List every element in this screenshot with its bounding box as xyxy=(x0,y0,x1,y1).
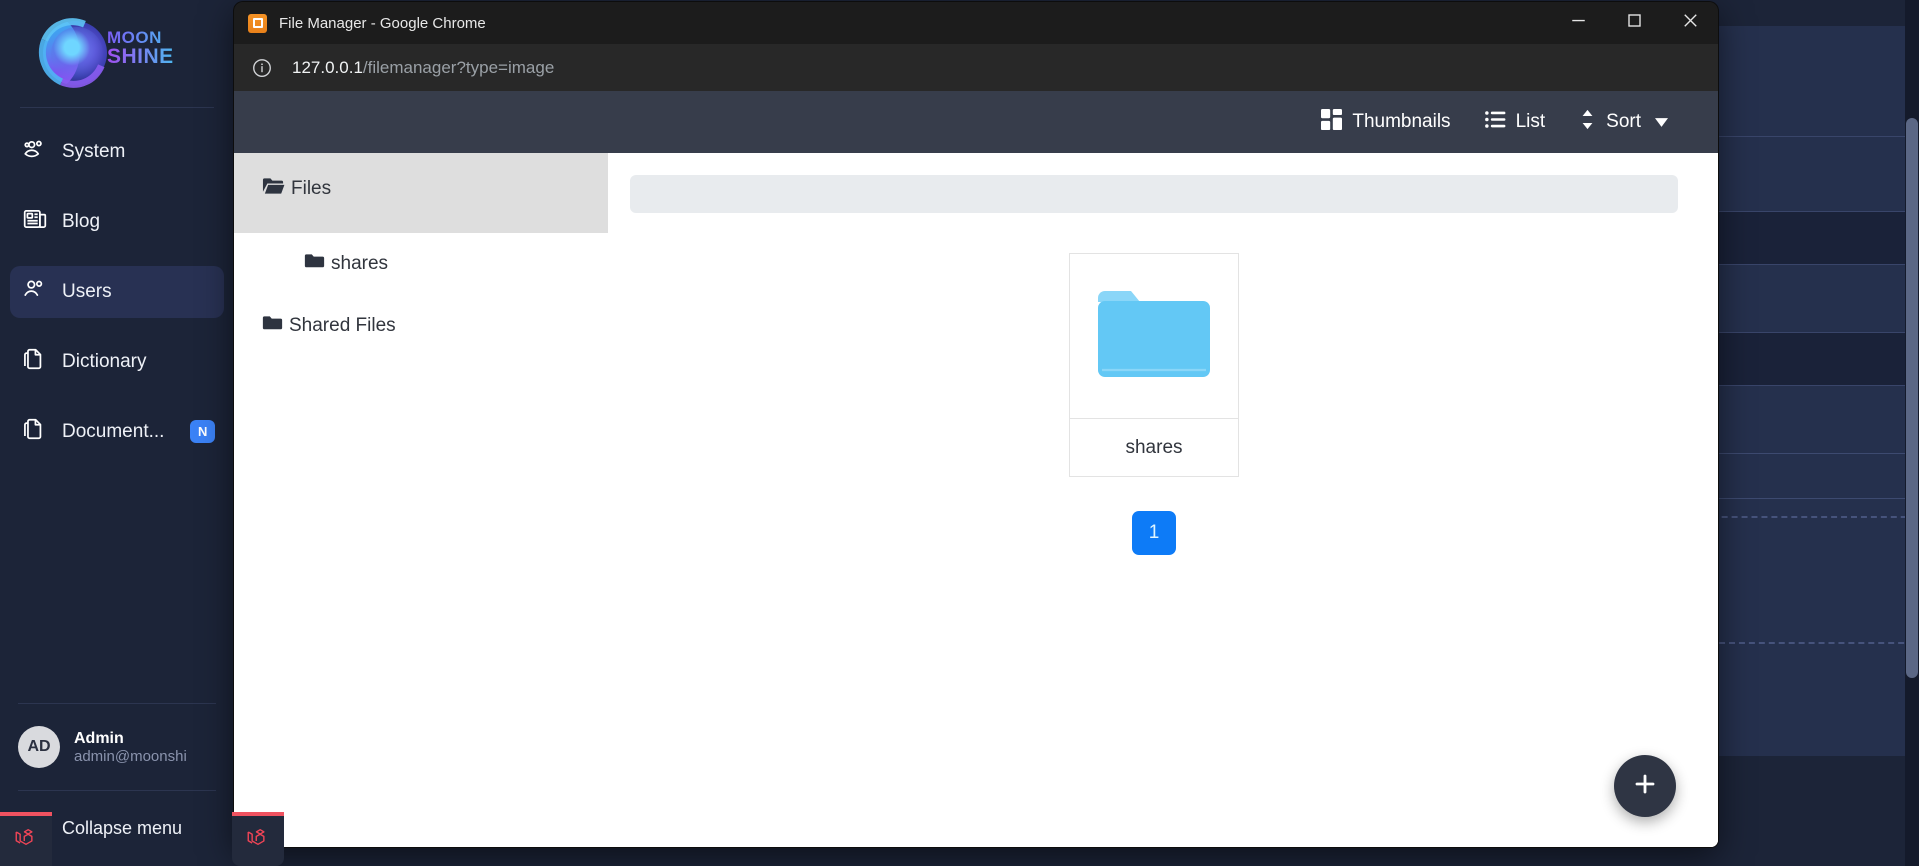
close-icon xyxy=(1683,13,1698,33)
pagination-page-1[interactable]: 1 xyxy=(1132,511,1176,555)
documents-icon xyxy=(22,416,48,448)
window-titlebar[interactable]: File Manager - Google Chrome xyxy=(234,2,1718,44)
user-pair-icon xyxy=(22,276,48,308)
info-circle-icon[interactable] xyxy=(248,54,276,82)
omnibox[interactable]: 127.0.0.1/filemanager?type=image xyxy=(234,44,1718,91)
list-view-button[interactable]: List xyxy=(1484,109,1546,136)
sidebar-divider-top xyxy=(20,107,214,108)
newspaper-icon xyxy=(22,206,48,238)
logo-text-line2: SHINE xyxy=(107,45,174,69)
minimize-icon xyxy=(1571,13,1586,33)
tree-node-label: Files xyxy=(291,178,332,199)
sidebar-user[interactable]: AD Admin admin@moonshi xyxy=(0,704,234,790)
sidebar-item-system[interactable]: System xyxy=(10,126,224,178)
brand-logo[interactable]: MOON SHINE xyxy=(0,0,234,105)
folder-tree: Files shares Shared Files xyxy=(234,153,608,847)
page-scrollbar[interactable] xyxy=(1905,0,1919,866)
sidebar-item-dictionary[interactable]: Dictionary xyxy=(10,336,224,388)
laravel-icon xyxy=(13,826,39,857)
chrome-window: File Manager - Google Chrome 127.0.0.1/f… xyxy=(234,2,1718,847)
folder-closed-icon xyxy=(262,314,283,338)
window-title: File Manager - Google Chrome xyxy=(279,14,486,32)
pagination: 1 xyxy=(630,511,1678,555)
status-badge: N xyxy=(190,420,216,443)
collapse-menu-label: Collapse menu xyxy=(62,818,183,838)
sidebar-item-label: Users xyxy=(62,281,112,302)
address-bar-url[interactable]: 127.0.0.1/filemanager?type=image xyxy=(292,58,554,78)
file-name: shares xyxy=(1070,418,1238,476)
sidebar-item-label: Dictionary xyxy=(62,351,147,372)
tree-node-shares[interactable]: shares xyxy=(234,233,608,295)
list-view-icon xyxy=(1484,109,1506,136)
breadcrumb[interactable] xyxy=(630,175,1678,213)
file-manager-toolbar: Thumbnails List Sort xyxy=(234,91,1718,153)
tree-node-label: shares xyxy=(331,253,389,274)
moon-crescent-icon xyxy=(28,7,118,98)
sidebar-item-label: Document... xyxy=(62,421,165,442)
sort-label: Sort xyxy=(1606,111,1641,132)
thumbnails-view-button[interactable]: Thumbnails xyxy=(1321,108,1451,136)
grid-view-icon xyxy=(1321,108,1343,136)
list-view-label: List xyxy=(1515,111,1546,132)
avatar: AD xyxy=(18,726,60,768)
maximize-icon xyxy=(1627,13,1642,33)
sidebar-item-users[interactable]: Users xyxy=(10,266,224,318)
user-name: Admin xyxy=(74,729,124,747)
sort-icon xyxy=(1579,109,1596,136)
sidebar-nav: System Blog Users Dictionary Document...… xyxy=(0,126,234,476)
sidebar-item-documentation[interactable]: Document... N xyxy=(10,406,224,458)
sort-button[interactable]: Sort xyxy=(1579,109,1668,136)
minimize-button[interactable] xyxy=(1550,2,1606,44)
file-grid: shares xyxy=(630,253,1678,477)
file-manager-body: Files shares Shared Files shares 1 xyxy=(234,153,1718,847)
sidebar-item-blog[interactable]: Blog xyxy=(10,196,224,248)
plus-icon xyxy=(1632,771,1658,802)
tree-node-files[interactable]: Files xyxy=(234,153,608,233)
taskbar-item-laravel-active[interactable] xyxy=(232,812,284,866)
chevron-down-icon xyxy=(1655,111,1668,133)
file-manager-favicon xyxy=(248,13,267,33)
file-browser-content: shares 1 xyxy=(608,153,1718,847)
folder-open-icon xyxy=(262,176,285,202)
file-thumbnail xyxy=(1070,254,1238,418)
documents-icon xyxy=(22,346,48,378)
folder-blue-icon xyxy=(1092,282,1216,391)
folder-closed-icon xyxy=(304,252,325,276)
close-button[interactable] xyxy=(1662,2,1718,44)
maximize-button[interactable] xyxy=(1606,2,1662,44)
thumbnails-view-label: Thumbnails xyxy=(1352,111,1451,132)
logo-text-line1: MOON xyxy=(107,28,174,47)
file-card[interactable]: shares xyxy=(1069,253,1239,477)
admin-sidebar: MOON SHINE System Blog Users Dictionary … xyxy=(0,0,234,866)
laravel-icon xyxy=(245,826,271,857)
tree-node-label: Shared Files xyxy=(289,315,396,336)
sidebar-item-label: Blog xyxy=(62,211,101,232)
users-group-icon xyxy=(22,136,48,168)
url-path: /filemanager?type=image xyxy=(362,57,555,77)
user-email: admin@moonshi xyxy=(74,747,187,765)
url-host: 127.0.0.1 xyxy=(292,57,363,77)
scrollbar-thumb[interactable] xyxy=(1906,118,1918,678)
sidebar-item-label: System xyxy=(62,141,126,162)
tree-node-shared-files[interactable]: Shared Files xyxy=(234,295,608,357)
taskbar-item-laravel[interactable] xyxy=(0,812,52,866)
add-button[interactable] xyxy=(1614,755,1676,817)
file-manager-page: Thumbnails List Sort Files shares Shared… xyxy=(234,91,1718,847)
